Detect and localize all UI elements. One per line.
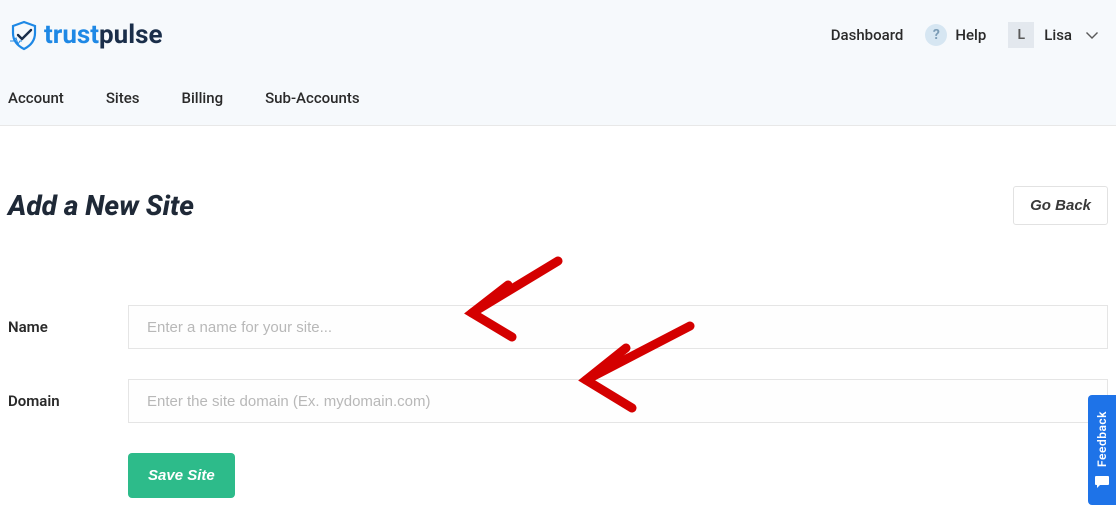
dashboard-link[interactable]: Dashboard bbox=[831, 26, 904, 44]
user-name-label: Lisa bbox=[1044, 26, 1072, 44]
page-title: Add a New Site bbox=[8, 189, 194, 222]
help-label: Help bbox=[955, 26, 986, 44]
top-right-menu: Dashboard ? Help L Lisa bbox=[831, 22, 1098, 48]
help-icon: ? bbox=[925, 24, 947, 46]
shield-check-icon bbox=[8, 19, 40, 51]
feedback-label: Feedback bbox=[1095, 411, 1109, 467]
domain-row: Domain bbox=[8, 379, 1108, 423]
chevron-down-icon bbox=[1086, 31, 1098, 39]
domain-label: Domain bbox=[8, 392, 128, 410]
chat-icon bbox=[1094, 475, 1110, 489]
top-bar: trustpulse Dashboard ? Help L Lisa bbox=[0, 0, 1116, 70]
help-link[interactable]: ? Help bbox=[925, 24, 986, 46]
main-content: Add a New Site Go Back Name Domain Save … bbox=[0, 186, 1116, 498]
go-back-button[interactable]: Go Back bbox=[1013, 186, 1108, 225]
nav-sites[interactable]: Sites bbox=[106, 89, 140, 107]
name-label: Name bbox=[8, 318, 128, 336]
name-input[interactable] bbox=[128, 305, 1108, 349]
nav-billing[interactable]: Billing bbox=[181, 89, 223, 107]
avatar: L bbox=[1008, 22, 1034, 48]
add-site-form: Name Domain Save Site bbox=[8, 305, 1108, 498]
page-header: Add a New Site Go Back bbox=[8, 186, 1108, 225]
user-menu[interactable]: L Lisa bbox=[1008, 22, 1098, 48]
brand-logo[interactable]: trustpulse bbox=[8, 19, 163, 51]
name-row: Name bbox=[8, 305, 1108, 349]
save-site-button[interactable]: Save Site bbox=[128, 453, 235, 498]
feedback-tab[interactable]: Feedback bbox=[1088, 395, 1116, 505]
nav-account[interactable]: Account bbox=[8, 89, 64, 107]
brand-name: trustpulse bbox=[44, 20, 163, 50]
domain-input[interactable] bbox=[128, 379, 1108, 423]
nav-sub-accounts[interactable]: Sub-Accounts bbox=[265, 89, 359, 107]
secondary-nav: Account Sites Billing Sub-Accounts bbox=[0, 70, 1116, 126]
